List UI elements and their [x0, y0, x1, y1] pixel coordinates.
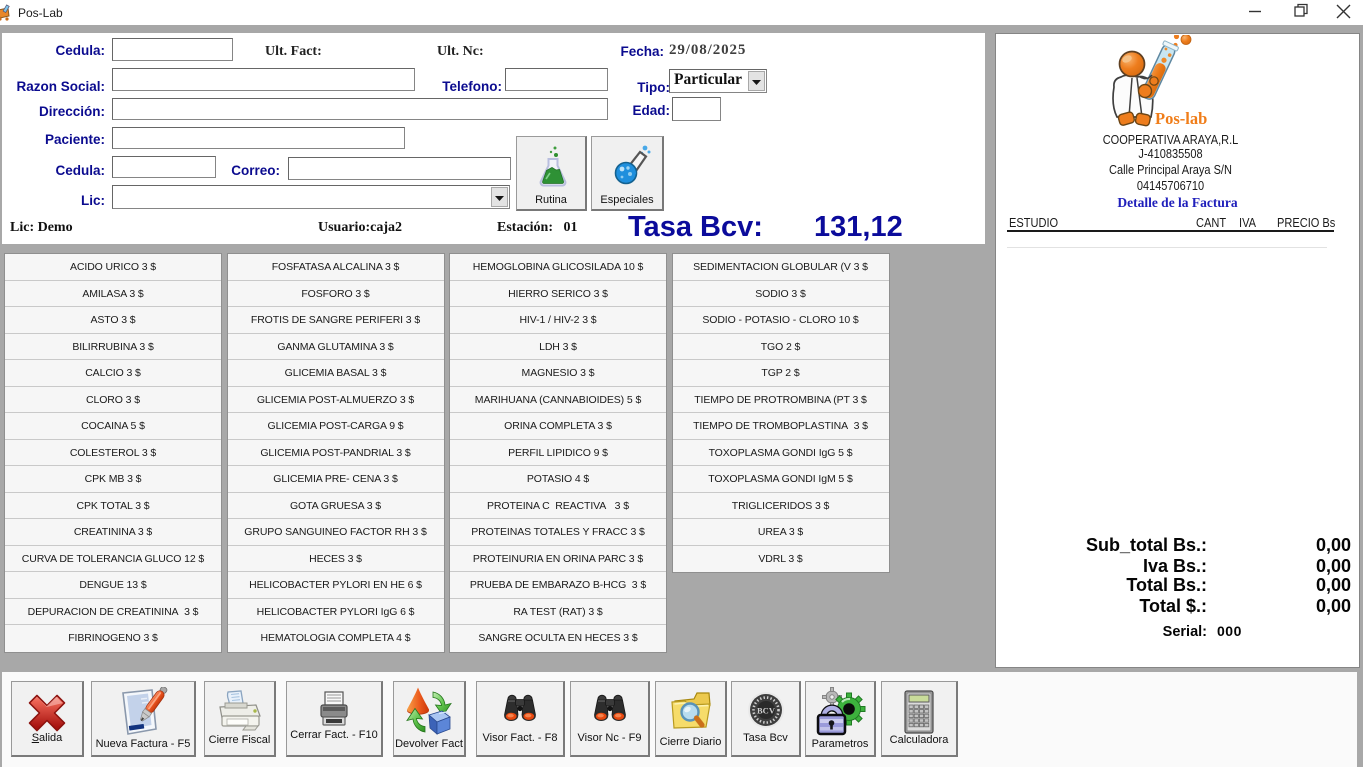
svg-text:Pos-lab: Pos-lab	[1155, 109, 1207, 127]
svg-text:BCV: BCV	[757, 706, 776, 716]
